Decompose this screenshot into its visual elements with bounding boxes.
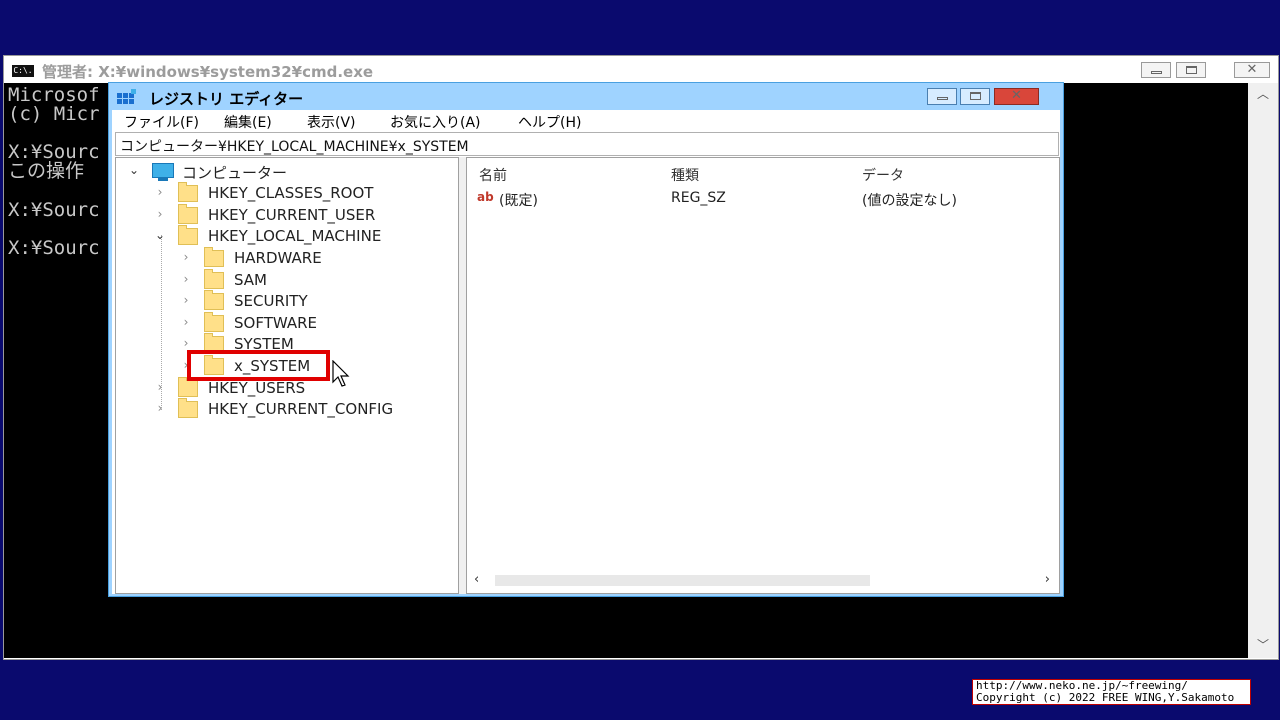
console-line: X:¥Sourc <box>8 237 100 259</box>
expand-icon[interactable]: › <box>154 401 166 415</box>
computer-icon <box>152 163 174 181</box>
selection-highlight-box <box>187 350 330 381</box>
folder-icon <box>178 398 198 418</box>
scroll-right-icon[interactable]: › <box>1045 572 1050 587</box>
menu-edit[interactable]: 編集(E) <box>224 112 272 132</box>
scroll-down-icon[interactable]: ﹀ <box>1256 638 1270 652</box>
cmd-maximize-button[interactable] <box>1176 62 1206 78</box>
regedit-window-title: レジストリ エディター <box>149 90 304 108</box>
value-row[interactable]: ab (既定) REG_SZ (値の設定なし) <box>477 190 1037 210</box>
mouse-cursor-icon <box>332 360 350 387</box>
regedit-app-icon <box>117 89 137 107</box>
scroll-left-icon[interactable]: ‹ <box>474 572 479 587</box>
string-value-icon: ab <box>477 190 494 204</box>
tree-node-label: HKEY_USERS <box>208 379 306 397</box>
expand-icon[interactable]: › <box>154 380 166 394</box>
tree-node-label: SAM <box>234 271 268 289</box>
horizontal-scrollbar[interactable]: ‹ › <box>472 572 1052 589</box>
menu-help[interactable]: ヘルプ(H) <box>518 112 581 132</box>
menu-favorites[interactable]: お気に入り(A) <box>390 112 481 132</box>
scroll-up-icon[interactable]: ︿ <box>1256 87 1270 101</box>
menu-view[interactable]: 表示(V) <box>307 112 356 132</box>
address-bar[interactable]: コンピューター¥HKEY_LOCAL_MACHINE¥x_SYSTEM <box>115 132 1059 156</box>
tree-node-label: HKEY_CLASSES_ROOT <box>208 184 374 202</box>
column-header-name[interactable]: 名前 <box>479 165 507 185</box>
expand-icon[interactable]: › <box>180 315 192 329</box>
folder-icon <box>204 312 224 332</box>
console-line: (c) Micr <box>8 103 100 125</box>
cmd-titlebar[interactable]: C:\. 管理者: X:¥windows¥system32¥cmd.exe ✕ <box>4 56 1278 83</box>
regedit-minimize-button[interactable] <box>927 88 957 105</box>
expand-icon[interactable]: › <box>180 293 192 307</box>
regedit-maximize-button[interactable] <box>960 88 990 105</box>
tree-node-label: HARDWARE <box>234 249 322 267</box>
expand-icon[interactable]: › <box>154 207 166 221</box>
tree-node-label: HKEY_CURRENT_CONFIG <box>208 400 394 418</box>
value-data: (値の設定なし) <box>862 193 957 209</box>
console-line: X:¥Sourc <box>8 141 100 163</box>
folder-icon <box>204 290 224 310</box>
tree-node-label: コンピューター <box>182 164 288 182</box>
column-header-data[interactable]: データ <box>862 165 904 185</box>
cmd-app-icon: C:\. <box>12 65 34 77</box>
tree-node-label: HKEY_LOCAL_MACHINE <box>208 227 382 245</box>
scrollbar-thumb[interactable] <box>495 575 870 586</box>
copyright-notice: http://www.neko.ne.jp/~freewing/ Copyrig… <box>972 679 1251 705</box>
copyright-text: Copyright (c) 2022 FREE WING,Y.Sakamoto <box>976 691 1235 704</box>
column-header-type[interactable]: 種類 <box>671 165 699 185</box>
cmd-vertical-scrollbar[interactable]: ︿ ﹀ <box>1248 83 1278 658</box>
folder-icon <box>178 182 198 202</box>
menu-bar: ファイル(F) 編集(E) 表示(V) お気に入り(A) ヘルプ(H) <box>112 110 1060 132</box>
expand-icon[interactable]: › <box>180 250 192 264</box>
tree-node-label: SOFTWARE <box>234 314 318 332</box>
address-path: コンピューター¥HKEY_LOCAL_MACHINE¥x_SYSTEM <box>120 139 469 155</box>
values-list-pane[interactable]: 名前 種類 データ ab (既定) REG_SZ (値の設定なし) ‹ › <box>466 157 1060 594</box>
cmd-minimize-button[interactable] <box>1141 62 1171 78</box>
expand-icon[interactable]: › <box>180 272 192 286</box>
regedit-close-button[interactable]: ✕ <box>994 88 1039 105</box>
pane-splitter[interactable] <box>459 157 466 594</box>
folder-icon <box>178 225 198 245</box>
console-line: X:¥Sourc <box>8 199 100 221</box>
menu-file[interactable]: ファイル(F) <box>124 112 199 132</box>
cmd-window-title: 管理者: X:¥windows¥system32¥cmd.exe <box>42 63 374 81</box>
value-type: REG_SZ <box>671 190 726 206</box>
regedit-window: レジストリ エディター ✕ ファイル(F) 編集(E) 表示(V) お気に入り(… <box>108 82 1064 597</box>
tree-node-label: HKEY_CURRENT_USER <box>208 206 376 224</box>
folder-icon <box>204 247 224 267</box>
console-line: Microsof <box>8 84 100 106</box>
value-name: (既定) <box>499 193 538 209</box>
expand-icon[interactable]: › <box>154 185 166 199</box>
cmd-close-button[interactable]: ✕ <box>1234 62 1270 78</box>
folder-icon <box>178 377 198 397</box>
regedit-titlebar[interactable]: レジストリ エディター ✕ <box>109 83 1063 110</box>
collapse-icon[interactable]: ⌄ <box>154 228 166 242</box>
console-line: この操作 <box>8 160 85 182</box>
collapse-icon[interactable]: ⌄ <box>128 163 140 177</box>
expand-icon[interactable]: › <box>180 336 192 350</box>
close-icon: ✕ <box>1011 88 1022 103</box>
tree-node-label: SECURITY <box>234 292 308 310</box>
folder-icon <box>178 204 198 224</box>
close-icon: ✕ <box>1246 62 1258 77</box>
folder-icon <box>204 269 224 289</box>
